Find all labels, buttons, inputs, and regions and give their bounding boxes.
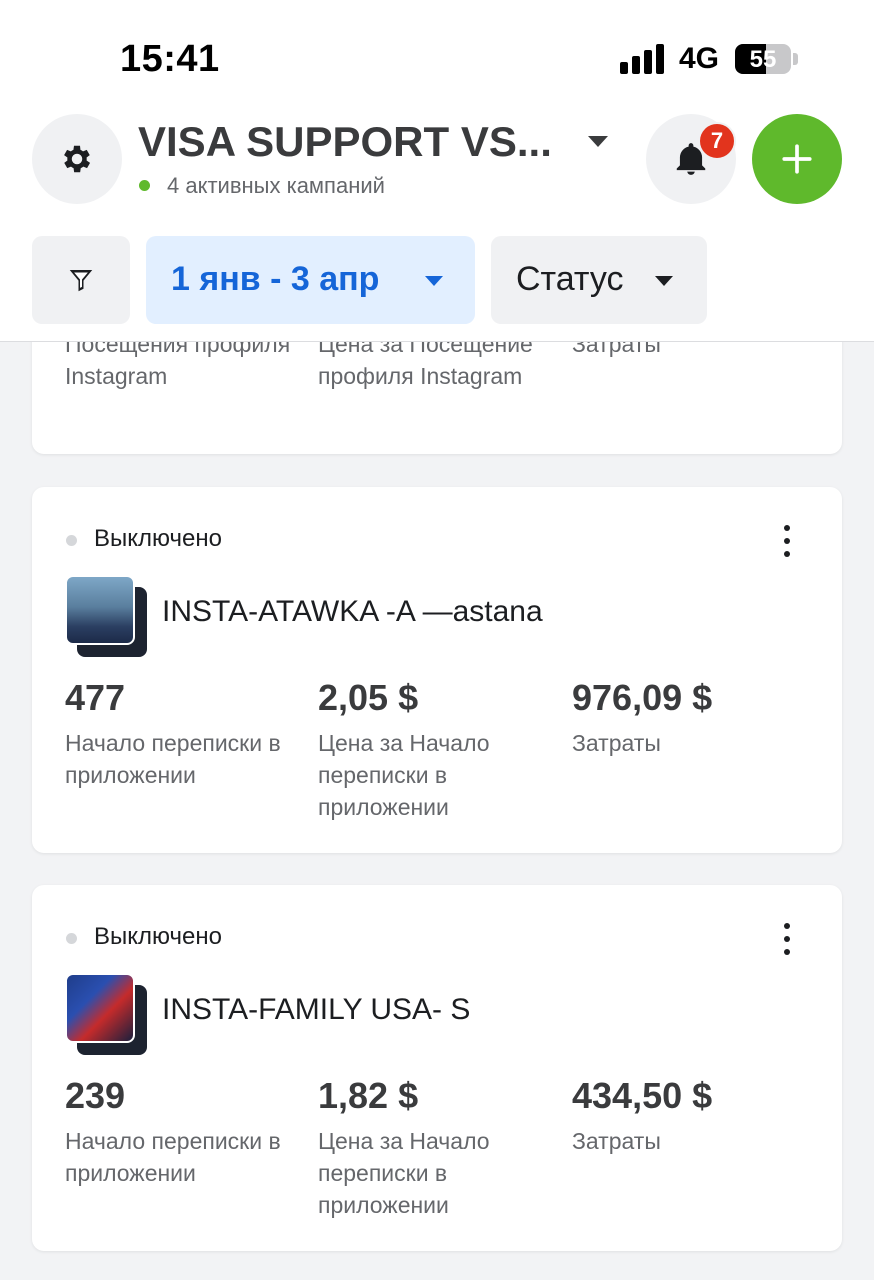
gear-icon [64,145,91,173]
metric-label: Затраты [572,730,661,756]
battery-percent: 55 [749,46,777,73]
more-options-icon[interactable] [781,923,793,955]
metric-value: 2,05 $ [318,677,419,718]
status-bar: 15:41 4G 55 [0,0,874,110]
status-dot [66,933,77,944]
battery-tip [793,53,798,65]
status-filter-label: Статус [516,260,624,298]
campaign-card[interactable]: Выключено INSTA-FAMILY USA- S 239 Начало… [32,885,842,1251]
metric-results: 239 Начало переписки в приложении [65,1075,305,1189]
campaign-name[interactable]: INSTA-FAMILY USA- S [162,993,470,1027]
campaign-card[interactable]: Выключено INSTA-ATAWKA -A —astana 477 На… [32,487,842,853]
chevron-down-icon [425,276,443,286]
metric-label: Начало переписки в приложении [65,1128,281,1186]
ad-preview-image [65,575,135,645]
campaign-list[interactable]: Посещения профиля Instagram Цена за Посе… [0,342,874,1280]
metric-spend: 434,50 $ Затраты [572,1075,812,1157]
notification-badge: 7 [698,122,736,160]
app-screen: 15:41 4G 55 VISA SUPPORT VS... 4 активны… [0,0,874,1280]
metric-results: 477 Начало переписки в приложении [65,677,305,791]
metric-spend: 976,09 $ Затраты [572,677,812,759]
campaign-thumbnail [65,575,149,659]
status-dot [66,535,77,546]
metric-label: Начало переписки в приложении [65,730,281,788]
metric-cost-per-result: 1,82 $ Цена за Начало переписки в прилож… [318,1075,558,1221]
clock: 15:41 [120,38,220,80]
ad-preview-image [65,973,135,1043]
add-campaign-button[interactable] [752,114,842,204]
metric-label: Затраты [572,1128,661,1154]
battery-icon: 55 [735,44,791,74]
more-options-icon[interactable] [781,525,793,557]
plus-icon [782,144,812,174]
campaign-status: Выключено [94,923,222,950]
metric-label: Посещения профиля Instagram [65,342,291,389]
network-type: 4G [679,42,720,75]
account-title[interactable]: VISA SUPPORT VS... [138,118,552,166]
date-range-label: 1 янв - 3 апр [171,260,380,298]
campaign-status: Выключено [94,525,222,552]
metric-value: 1,82 $ [318,1075,419,1116]
metric-value: 434,50 $ [572,1075,713,1116]
active-campaigns-count: 4 активных кампаний [167,173,385,198]
app-header: VISA SUPPORT VS... 4 активных кампаний 7… [0,110,874,342]
campaign-name[interactable]: INSTA-ATAWKA -A —astana [162,595,543,629]
metric-label: Цена за Начало переписки в приложении [318,1128,490,1218]
filter-button[interactable] [32,236,130,324]
settings-button[interactable] [32,114,122,204]
campaign-thumbnail [65,973,149,1057]
metric-cost-per-result: 2,05 $ Цена за Начало переписки в прилож… [318,677,558,823]
campaign-card[interactable]: Посещения профиля Instagram Цена за Посе… [32,342,842,454]
funnel-icon [69,270,93,292]
metric-label: Цена за Начало переписки в приложении [318,730,490,820]
chevron-down-icon [655,276,673,286]
status-filter-dropdown[interactable]: Статус [491,236,707,324]
cellular-signal-icon [620,44,666,74]
metric-value: 239 [65,1075,126,1116]
metric-label: Затраты [572,342,661,357]
metric-label: Цена за Посещение профиля Instagram [318,342,533,389]
metric-value: 477 [65,677,126,718]
date-range-dropdown[interactable]: 1 янв - 3 апр [146,236,475,324]
chevron-down-icon[interactable] [588,136,608,147]
active-status-dot [139,180,150,191]
metric-value: 976,09 $ [572,677,713,718]
